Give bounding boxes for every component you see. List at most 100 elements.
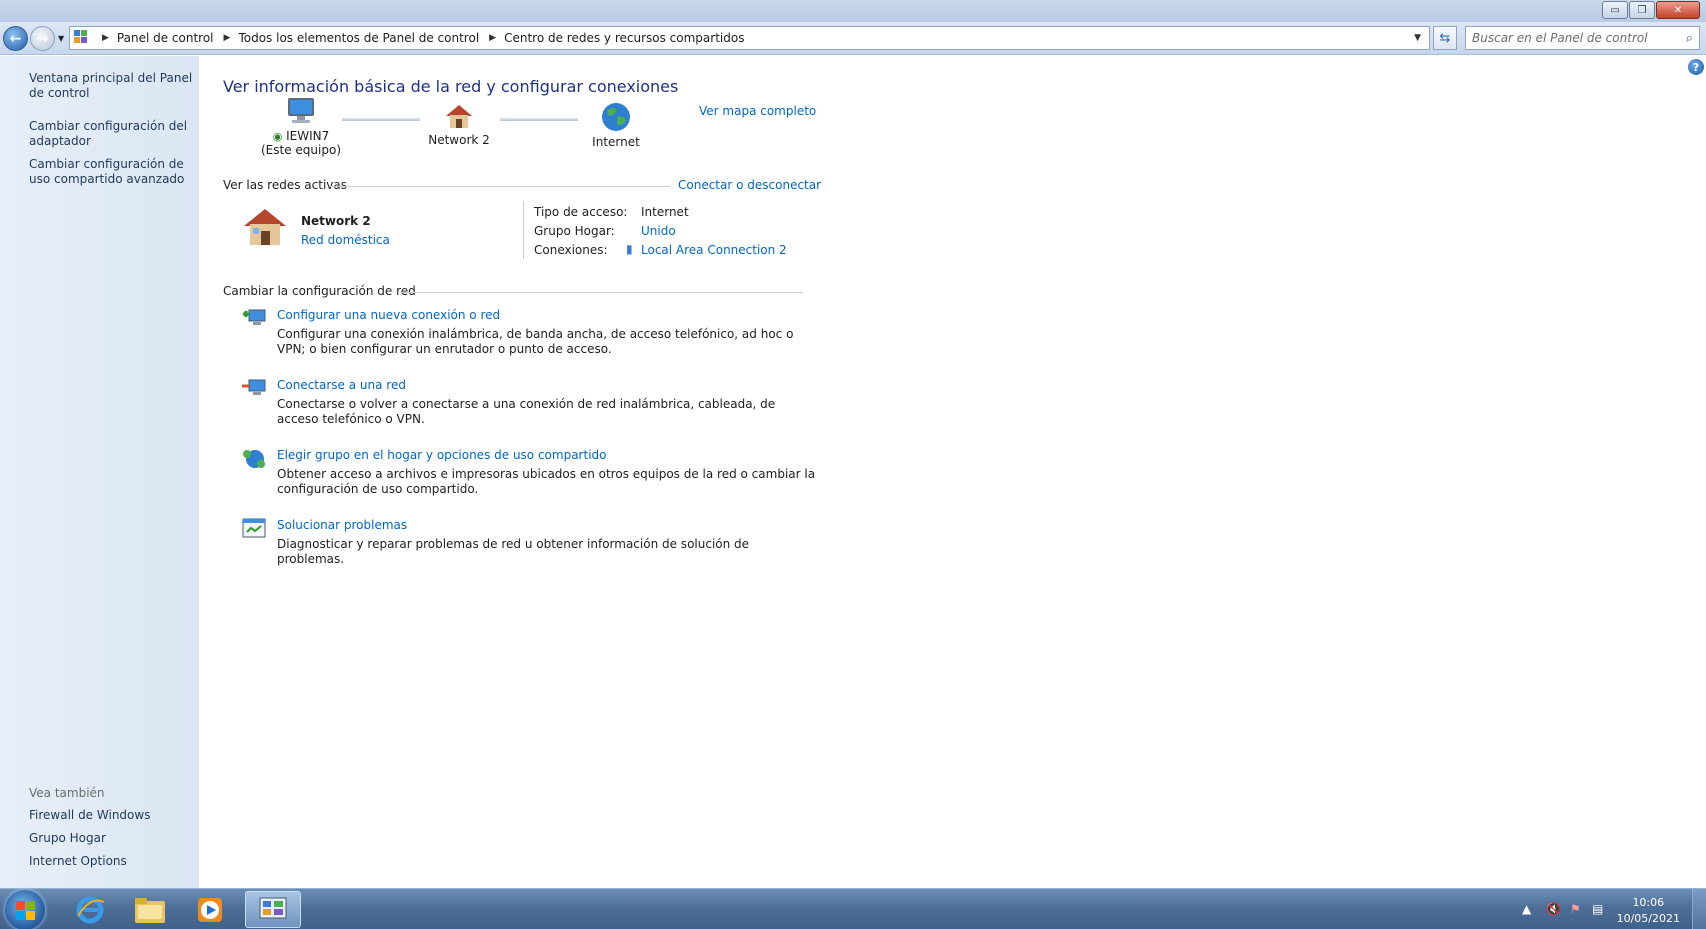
back-button[interactable]: ← <box>3 26 28 51</box>
breadcrumb-separator-icon[interactable]: ▶ <box>489 33 496 43</box>
sidebar-link-change-adapter[interactable]: Cambiar configuración del adaptador <box>29 119 194 149</box>
map-internet-label: Internet <box>592 135 640 149</box>
clock[interactable]: 10:06 10/05/2021 <box>1617 895 1680 927</box>
computer-icon <box>288 98 314 123</box>
taskbar-explorer[interactable] <box>122 891 178 928</box>
breadcrumb: ▶ Panel de control ▶ Todos los elementos… <box>92 31 744 45</box>
home-network-icon <box>446 105 472 128</box>
refresh-icon: ⇆ <box>1439 30 1451 46</box>
access-type-label: Tipo de acceso: <box>534 205 628 219</box>
task-troubleshoot-desc: Diagnosticar y reparar problemas de red … <box>277 537 750 566</box>
show-desktop-button[interactable] <box>1692 889 1706 929</box>
address-bar[interactable]: ▶ Panel de control ▶ Todos los elementos… <box>69 26 1430 50</box>
task-homegroup-desc: Obtener acceso a archivos e impresoras u… <box>277 467 816 496</box>
sidebar-link-homegroup[interactable]: Grupo Hogar <box>29 831 194 846</box>
new-connection-icon <box>243 309 266 325</box>
map-node-computer[interactable]: ◉ IEWIN7 (Este equipo) <box>241 96 361 157</box>
forward-arrow-icon: → <box>36 30 49 47</box>
breadcrumb-todos-los-elementos[interactable]: Todos los elementos de Panel de control <box>238 31 479 45</box>
back-arrow-icon: ← <box>9 30 22 47</box>
task-homegroup-link[interactable]: Elegir grupo en el hogar y opciones de u… <box>277 448 817 462</box>
maximize-button[interactable]: ❐ <box>1629 1 1655 19</box>
connection-link[interactable]: Local Area Connection 2 <box>641 243 787 257</box>
task-troubleshoot-link[interactable]: Solucionar problemas <box>277 518 817 532</box>
connections-label: Conexiones: <box>534 243 608 257</box>
homegroup-label: Grupo Hogar: <box>534 224 615 238</box>
full-map-link[interactable]: Ver mapa completo <box>699 104 816 118</box>
active-networks-label: Ver las redes activas <box>223 178 347 192</box>
task-connect-network-link[interactable]: Conectarse a una red <box>277 378 817 392</box>
map-network-name: Network 2 <box>428 133 490 147</box>
network-adapter-icon: ◉ <box>272 130 283 143</box>
task-homegroup: Elegir grupo en el hogar y opciones de u… <box>277 448 817 497</box>
control-panel-icon <box>259 897 287 918</box>
connect-disconnect-link[interactable]: Conectar o desconectar <box>678 178 821 192</box>
troubleshoot-icon <box>242 518 266 538</box>
sidebar-link-firewall[interactable]: Firewall de Windows <box>29 808 194 823</box>
help-icon[interactable]: ? <box>1688 59 1704 75</box>
sidebar-link-control-panel-home[interactable]: Ventana principal del Panel de control <box>29 71 194 101</box>
sidebar: Ventana principal del Panel de control C… <box>0 56 199 888</box>
recent-pages-dropdown-icon[interactable]: ▼ <box>58 34 64 43</box>
computer-sub: (Este equipo) <box>261 143 341 157</box>
breadcrumb-panel-de-control[interactable]: Panel de control <box>117 31 214 45</box>
access-type-value: Internet <box>641 205 689 219</box>
sidebar-link-advanced-sharing[interactable]: Cambiar configuración de uso compartido … <box>29 157 194 187</box>
media-player-icon <box>198 897 222 922</box>
minimize-button[interactable]: ▭ <box>1602 1 1628 19</box>
section-divider <box>330 186 670 187</box>
main-content: ? Ver información básica de la red y con… <box>199 56 1706 888</box>
control-panel-icon <box>74 30 92 46</box>
start-button[interactable] <box>5 890 45 929</box>
folder-icon <box>135 897 165 923</box>
taskbar: ▲ 🔇 ⚑ ▤ 10:06 10/05/2021 <box>0 888 1706 929</box>
network-tray-icon[interactable]: ▤ <box>1592 902 1603 916</box>
change-settings-label: Cambiar la configuración de red <box>223 284 416 298</box>
clock-date: 10/05/2021 <box>1616 912 1680 925</box>
section-divider <box>400 292 803 293</box>
show-hidden-icons-icon[interactable]: ▲ <box>1522 902 1531 916</box>
breadcrumb-separator-icon[interactable]: ▶ <box>102 33 109 43</box>
forward-button[interactable]: → <box>30 26 55 51</box>
search-icon[interactable]: ⌕ <box>1686 31 1693 46</box>
close-button[interactable]: ✕ <box>1656 1 1700 19</box>
navigation-bar: ← → ▼ ▶ Panel de control ▶ Todos los ele… <box>0 22 1706 55</box>
system-tray: ▲ 🔇 ⚑ ▤ 10:06 10/05/2021 <box>1506 889 1706 929</box>
sidebar-link-internet-options[interactable]: Internet Options <box>29 854 194 869</box>
map-node-network[interactable]: Network 2 <box>399 102 519 147</box>
home-network-icon <box>244 209 286 245</box>
taskbar-internet-explorer[interactable] <box>62 891 118 928</box>
address-dropdown-icon[interactable]: ▼ <box>1414 33 1421 43</box>
active-network-name: Network 2 <box>301 214 371 228</box>
breadcrumb-centro-de-redes[interactable]: Centro de redes y recursos compartidos <box>504 31 744 45</box>
vertical-divider <box>523 201 524 259</box>
ethernet-icon: ▮ <box>626 242 633 256</box>
window-controls: ▭ ❐ ✕ <box>1601 1 1700 19</box>
computer-name: IEWIN7 <box>286 129 330 143</box>
search-placeholder: Buscar en el Panel de control <box>1472 31 1648 45</box>
network-type-link[interactable]: Red doméstica <box>301 233 390 247</box>
action-center-flag-icon[interactable]: ⚑ <box>1570 902 1581 916</box>
search-input[interactable]: Buscar en el Panel de control ⌕ <box>1465 26 1700 50</box>
internet-explorer-icon <box>76 896 105 923</box>
breadcrumb-separator-icon[interactable]: ▶ <box>224 33 231 43</box>
task-connect-network-desc: Conectarse o volver a conectarse a una c… <box>277 397 776 426</box>
homegroup-link[interactable]: Unido <box>641 224 676 238</box>
taskbar-control-panel[interactable] <box>245 891 301 928</box>
title-bar: ▭ ❐ ✕ <box>0 0 1706 22</box>
page-title: Ver información básica de la red y confi… <box>223 77 679 96</box>
map-node-internet[interactable]: Internet <box>556 102 676 149</box>
homegroup-icon <box>243 450 265 468</box>
task-connect-network: Conectarse a una red Conectarse o volver… <box>277 378 817 427</box>
refresh-button[interactable]: ⇆ <box>1433 26 1457 50</box>
globe-icon <box>602 103 630 131</box>
task-troubleshoot: Solucionar problemas Diagnosticar y repa… <box>277 518 817 567</box>
volume-muted-icon[interactable]: 🔇 <box>1546 902 1561 916</box>
task-new-connection-link[interactable]: Configurar una nueva conexión o red <box>277 308 817 322</box>
task-new-connection: Configurar una nueva conexión o red Conf… <box>277 308 817 357</box>
task-new-connection-desc: Configurar una conexión inalámbrica, de … <box>277 327 794 356</box>
connect-network-icon <box>242 379 266 395</box>
taskbar-media-player[interactable] <box>182 891 238 928</box>
see-also-heading: Vea también <box>29 786 105 800</box>
clock-time: 10:06 <box>1632 896 1665 909</box>
